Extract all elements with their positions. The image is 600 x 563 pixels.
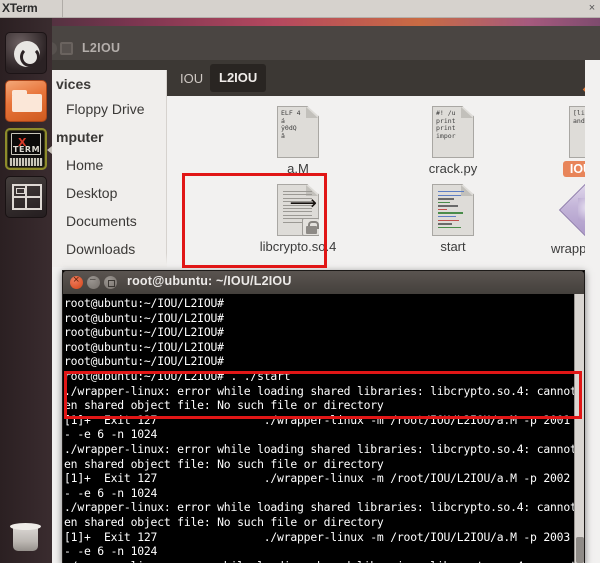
unity-launcher: X TERM: [0, 18, 52, 563]
breadcrumb-iou[interactable]: IOU: [174, 68, 209, 89]
terminal-line: en shared object file: No such file or d…: [64, 456, 384, 471]
symlink-locked-document-icon: ⟶: [277, 184, 319, 236]
terminal-line: - -e 6 -n 1024: [64, 485, 158, 500]
script-document-icon: #! /u print print impor: [432, 106, 474, 158]
launcher-item-xterm[interactable]: X TERM: [5, 128, 52, 170]
workspace-window-icon: [16, 188, 25, 194]
desktop: L2IOU Home IOU L2IOU ELF 4 á ÿ0dQ: [0, 18, 600, 563]
terminal-line: root@ubuntu:~/IOU/L2IOU#: [64, 339, 224, 354]
launcher-item-files[interactable]: [5, 80, 47, 122]
terminal-line: - -e 6 -n 1024: [64, 427, 158, 442]
binary-document-icon: ELF 4 á ÿ0dQ â: [277, 106, 319, 158]
terminal-line: ./wrapper-linux: error while loading sha…: [64, 500, 584, 515]
terminal-line: root@ubuntu:~/IOU/L2IOU#: [64, 325, 224, 340]
titlebar-divider: [62, 0, 63, 18]
places-item-home[interactable]: Home: [52, 152, 167, 178]
places-item-documents[interactable]: Documents: [52, 208, 167, 234]
ubuntu-logo-icon: [14, 41, 40, 67]
terminal-line: [1]+ Exit 127 ./wrapper-linux -m /root/I…: [64, 471, 584, 486]
scrollbar-thumb[interactable]: [576, 537, 584, 563]
terminal-line: root@ubuntu:~/IOU/L2IOU#: [64, 296, 224, 310]
screenshot-root: XTerm × L2IOU Home IOU L2IOU: [0, 0, 600, 563]
symlink-arrow-icon: ⟶: [289, 192, 317, 214]
places-devices-header: vices: [56, 76, 92, 92]
outer-window-titlebar: XTerm ×: [0, 0, 600, 18]
running-indicator-icon: [47, 146, 52, 154]
document-code-lines: [438, 191, 467, 230]
file-label: crack.py: [428, 161, 478, 176]
terminal-window[interactable]: root@ubuntu: ~/IOU/L2IOU root@ubuntu:~/I…: [62, 270, 585, 563]
folder-icon-body: [12, 94, 42, 112]
trash-lid-icon: [10, 523, 41, 530]
file-label: libcrypto.so.4: [259, 239, 337, 254]
terminal-scrollbar[interactable]: [574, 294, 584, 563]
desktop-filler: [585, 60, 600, 563]
close-icon[interactable]: ×: [586, 2, 598, 14]
unity-panel-body: L2IOU: [0, 26, 600, 60]
file-item-libcrypto[interactable]: ⟶ libcrypto.so.4: [238, 184, 358, 254]
trash-icon: [13, 527, 38, 551]
file-preview-text: ELF 4 á ÿ0dQ â: [281, 109, 301, 140]
terminal-line: root@ubuntu:~/IOU/L2IOU#: [64, 354, 224, 369]
file-item-a-m[interactable]: ELF 4 á ÿ0dQ â a.M: [238, 106, 358, 176]
places-sidebar[interactable]: vices Floppy Drive mputer Home Desktop D…: [52, 70, 167, 267]
terminal-line: [1]+ Exit 127 ./wrapper-linux -m /root/I…: [64, 412, 584, 427]
file-label: a.M: [287, 161, 309, 176]
minimize-icon[interactable]: [87, 274, 100, 289]
unity-top-panel-gradient: [0, 18, 600, 26]
places-item-desktop[interactable]: Desktop: [52, 180, 167, 206]
launcher-item-workspace-switcher[interactable]: [5, 176, 47, 218]
terminal-title: root@ubuntu: ~/IOU/L2IOU: [127, 274, 292, 288]
terminal-output[interactable]: root@ubuntu:~/IOU/L2IOU# root@ubuntu:~/I…: [63, 294, 584, 563]
file-item-start[interactable]: start: [393, 184, 513, 254]
source-code-document-icon: [432, 184, 474, 236]
launcher-item-ubuntu-dash[interactable]: [5, 32, 47, 74]
panel-app-title: L2IOU: [82, 41, 121, 55]
launcher-item-trash[interactable]: [5, 513, 47, 558]
file-item-crack-py[interactable]: #! /u print print impor crack.py: [393, 106, 513, 176]
terminal-line: root@ubuntu:~/IOU/L2IOU#: [64, 310, 224, 325]
keyboard-icon: [9, 158, 43, 166]
places-item-floppy-drive[interactable]: Floppy Drive: [52, 96, 167, 122]
window-maximize-button[interactable]: [60, 42, 73, 55]
terminal-line: root@ubuntu:~/IOU/L2IOU# . ./start: [64, 368, 291, 383]
xterm-term-label: TERM: [13, 145, 41, 154]
terminal-line: ./wrapper-linux: error while loading sha…: [64, 559, 584, 563]
terminal-line: ./wrapper-linux: error while loading sha…: [64, 383, 584, 398]
terminal-screen-icon: X TERM: [11, 133, 41, 155]
terminal-line: ./wrapper-linux: error while loading sha…: [64, 441, 584, 456]
terminal-line: [1]+ Exit 127 ./wrapper-linux -m /root/I…: [64, 529, 584, 544]
close-icon[interactable]: [70, 274, 83, 289]
places-fade-overlay: [52, 253, 167, 267]
file-label: start: [440, 239, 466, 254]
breadcrumb-current[interactable]: L2IOU: [210, 64, 267, 92]
terminal-line: - -e 6 -n 1024: [64, 544, 158, 559]
terminal-titlebar: root@ubuntu: ~/IOU/L2IOU: [63, 271, 584, 294]
file-preview-text: #! /u print print impor: [436, 109, 456, 140]
lock-icon: [302, 218, 319, 236]
outer-window-title: XTerm: [2, 1, 38, 15]
terminal-line: en shared object file: No such file or d…: [64, 398, 384, 413]
places-computer-header: mputer: [56, 129, 104, 145]
terminal-line: en shared object file: No such file or d…: [64, 514, 384, 529]
maximize-icon[interactable]: [104, 276, 117, 289]
